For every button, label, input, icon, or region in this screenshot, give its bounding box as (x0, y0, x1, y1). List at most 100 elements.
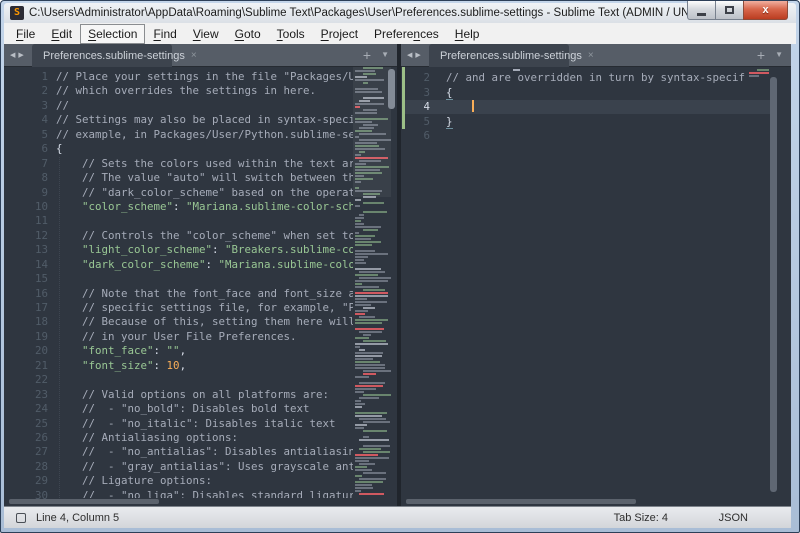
line-number[interactable]: 21 (4, 359, 48, 373)
line-number[interactable]: 12 (4, 229, 48, 243)
line-number[interactable]: 5 (401, 115, 430, 129)
code-line[interactable]: // Sets the colors used within the text … (56, 157, 353, 171)
minimize-button[interactable] (687, 1, 716, 20)
code-line[interactable]: // specific settings file, for example, … (56, 301, 353, 315)
line-number[interactable]: 4 (401, 100, 430, 114)
horizontal-scrollbar-right[interactable] (403, 499, 789, 505)
line-number[interactable]: 2 (401, 71, 430, 85)
vertical-scrollbar-left[interactable] (388, 69, 395, 496)
menu-item-tools[interactable]: Tools (269, 24, 313, 44)
code-line[interactable]: // - "gray_antialias": Uses grayscale an… (56, 460, 353, 474)
line-number[interactable]: 24 (4, 402, 48, 416)
line-number[interactable]: 5 (4, 128, 48, 142)
tab-size-indicator[interactable]: Tab Size: 4 (614, 512, 668, 524)
scrollbar-thumb[interactable] (406, 499, 636, 504)
line-number[interactable]: 23 (4, 388, 48, 402)
line-number[interactable]: 25 (4, 417, 48, 431)
line-number[interactable]: 27 (4, 445, 48, 459)
code-line[interactable]: // in your User File Preferences. (56, 330, 353, 344)
line-number[interactable]: 8 (4, 171, 48, 185)
scrollbar-thumb[interactable] (9, 499, 159, 504)
line-number[interactable]: 13 (4, 243, 48, 257)
vintage-mode-icon[interactable] (16, 513, 26, 523)
code-area-left[interactable]: // Place your settings in the file "Pack… (56, 67, 353, 498)
code-line[interactable]: // - "no_liga": Disables standard ligatu… (56, 489, 353, 498)
code-line[interactable]: "font_size": 10, (56, 359, 353, 373)
tab-back-icon[interactable]: ◀ (407, 51, 412, 59)
menu-item-selection[interactable]: Selection (80, 24, 145, 44)
menu-item-goto[interactable]: Goto (227, 24, 269, 44)
close-button[interactable]: x (743, 1, 788, 20)
gutter-right[interactable]: 23456 (401, 67, 430, 498)
cursor-position[interactable]: Line 4, Column 5 (36, 512, 119, 524)
code-line[interactable]: // Antialiasing options: (56, 431, 353, 445)
code-line[interactable]: // (56, 99, 353, 113)
tab-forward-icon[interactable]: ▶ (18, 51, 23, 59)
line-number[interactable]: 4 (4, 113, 48, 127)
tab-preferences-left[interactable]: Preferences.sublime-settings × (32, 44, 172, 67)
scrollbar-thumb[interactable] (388, 69, 395, 109)
code-line[interactable]: // - "no_italic": Disables italic text (56, 417, 353, 431)
line-number[interactable]: 26 (4, 431, 48, 445)
line-number[interactable]: 11 (4, 214, 48, 228)
code-line[interactable]: // which overrides the settings in here. (56, 84, 353, 98)
line-number[interactable]: 17 (4, 301, 48, 315)
new-tab-icon[interactable]: + (757, 48, 765, 62)
line-number[interactable]: 6 (401, 129, 430, 143)
line-number[interactable]: 1 (4, 70, 48, 84)
tab-close-icon[interactable]: × (588, 51, 594, 61)
menu-item-edit[interactable]: Edit (43, 24, 80, 44)
code-area-right[interactable]: // and are overridden in turn by syntax-… (446, 67, 763, 498)
code-line[interactable] (56, 272, 353, 286)
tab-preferences-right[interactable]: Preferences.sublime-settings × (429, 44, 569, 67)
tab-close-icon[interactable]: × (191, 51, 197, 61)
code-line[interactable]: "font_face": "", (56, 344, 353, 358)
syntax-indicator[interactable]: JSON (719, 512, 748, 524)
line-number[interactable]: 6 (4, 142, 48, 156)
menu-item-view[interactable]: View (185, 24, 227, 44)
code-line[interactable]: } (446, 115, 763, 129)
tab-overflow-icon[interactable]: ▼ (381, 51, 389, 59)
vertical-scrollbar-right[interactable] (770, 69, 777, 496)
code-line[interactable]: "dark_color_scheme": "Mariana.sublime-co… (56, 258, 353, 272)
line-number[interactable]: 22 (4, 373, 48, 387)
minimap-right[interactable] (747, 69, 769, 81)
line-number[interactable]: 3 (4, 99, 48, 113)
line-number[interactable]: 2 (4, 84, 48, 98)
scrollbar-thumb[interactable] (770, 77, 777, 492)
tab-overflow-icon[interactable]: ▼ (775, 51, 783, 59)
code-line[interactable]: // The value "auto" will switch between … (56, 171, 353, 185)
code-line[interactable]: // Ligature options: (56, 474, 353, 488)
code-line[interactable]: // Because of this, setting them here wi… (56, 315, 353, 329)
code-line[interactable]: // Controls the "color_scheme" when set … (56, 229, 353, 243)
line-number[interactable]: 9 (4, 186, 48, 200)
code-line[interactable] (446, 100, 763, 114)
code-line[interactable]: // - "no_bold": Disables bold text (56, 402, 353, 416)
code-line[interactable]: { (56, 142, 353, 156)
line-number[interactable]: 28 (4, 460, 48, 474)
tab-back-icon[interactable]: ◀ (10, 51, 15, 59)
menu-item-find[interactable]: Find (145, 24, 184, 44)
tab-forward-icon[interactable]: ▶ (415, 51, 420, 59)
code-line[interactable]: // Valid options on all platforms are: (56, 388, 353, 402)
code-line[interactable] (56, 373, 353, 387)
maximize-button[interactable] (716, 1, 743, 20)
code-line[interactable]: // - "no_antialias": Disables antialiasi… (56, 445, 353, 459)
line-number[interactable]: 3 (401, 86, 430, 100)
gutter-left[interactable]: 1234567891011121314151617181920212223242… (4, 67, 48, 498)
code-line[interactable]: // and are overridden in turn by syntax-… (446, 71, 763, 85)
code-line[interactable]: // Settings may also be placed in syntax… (56, 113, 353, 127)
line-number[interactable]: 16 (4, 287, 48, 301)
code-line[interactable]: { (446, 86, 763, 100)
line-number[interactable]: 29 (4, 474, 48, 488)
line-number[interactable]: 15 (4, 272, 48, 286)
code-line[interactable]: // Place your settings in the file "Pack… (56, 70, 353, 84)
code-line[interactable]: // Note that the font_face and font_size… (56, 287, 353, 301)
code-line[interactable]: // example, in Packages/User/Python.subl… (56, 128, 353, 142)
code-line[interactable]: "light_color_scheme": "Breakers.sublime-… (56, 243, 353, 257)
line-number[interactable]: 10 (4, 200, 48, 214)
code-line[interactable] (446, 129, 763, 143)
code-line[interactable]: // "dark_color_scheme" based on the oper… (56, 186, 353, 200)
menu-item-help[interactable]: Help (447, 24, 488, 44)
horizontal-scrollbar-left[interactable] (6, 499, 395, 505)
